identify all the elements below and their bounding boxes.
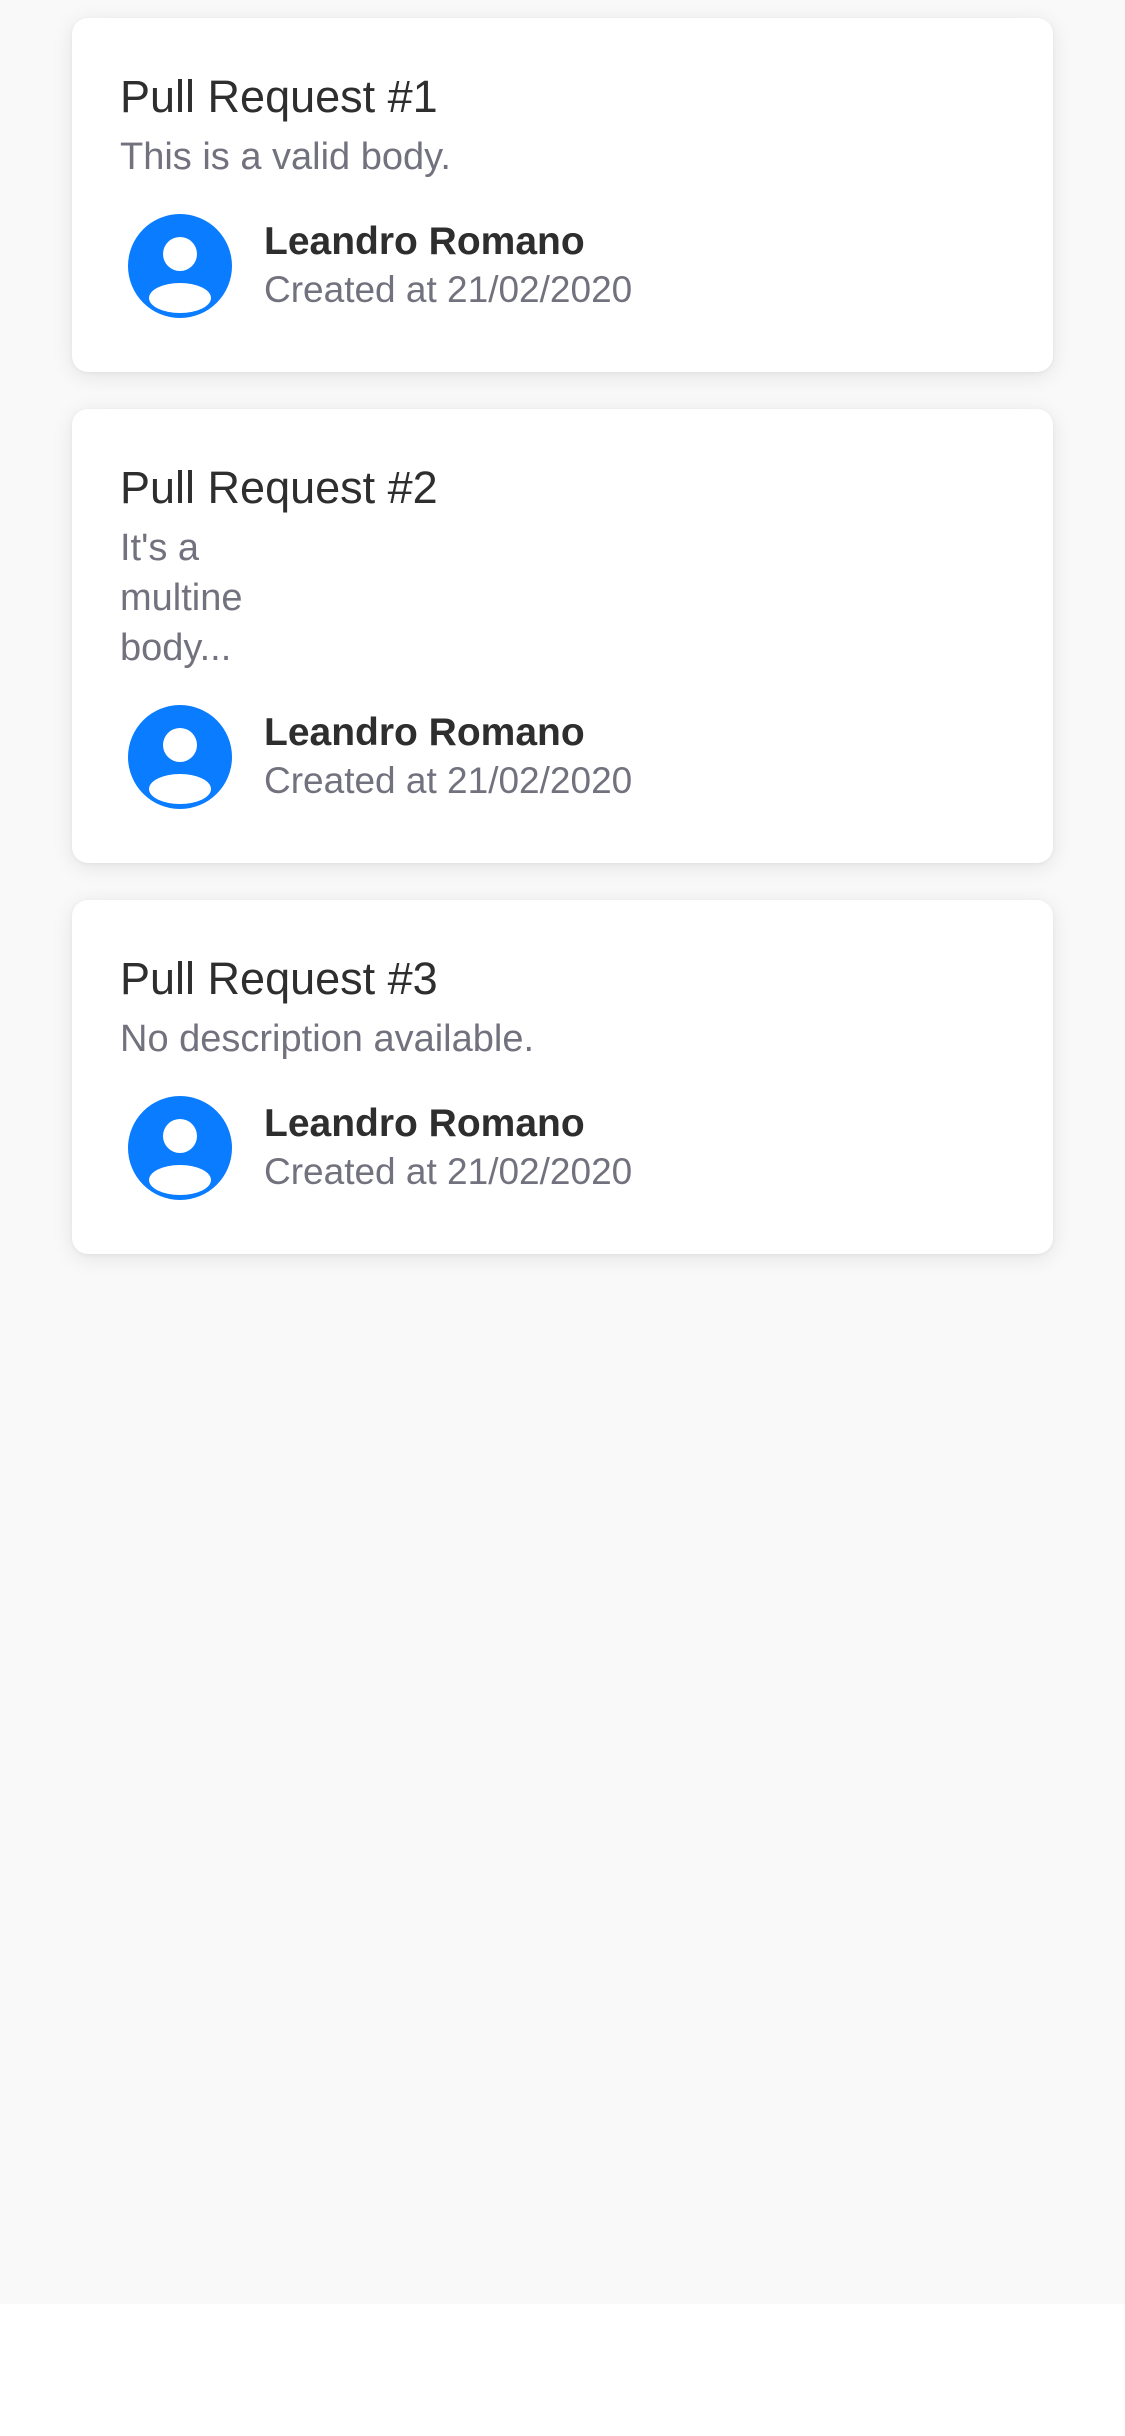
pull-request-title: Pull Request #2 xyxy=(120,462,438,513)
pull-request-card[interactable]: Pull Request #3 No description available… xyxy=(72,900,1053,1254)
author-name: Leandro Romano xyxy=(264,220,585,263)
pull-request-card[interactable]: Pull Request #1 This is a valid body. Le… xyxy=(72,18,1053,372)
pull-request-card[interactable]: Pull Request #2 It's a multine body... L… xyxy=(72,409,1053,863)
created-date: Created at 21/02/2020 xyxy=(264,760,633,801)
author-name: Leandro Romano xyxy=(264,1102,585,1145)
pull-request-list: Pull Request #1 This is a valid body. Le… xyxy=(72,18,1053,1291)
created-date: Created at 21/02/2020 xyxy=(264,1151,633,1192)
pull-request-body: It's a multine body... xyxy=(120,527,243,669)
user-avatar-icon xyxy=(128,705,232,809)
pull-request-body: This is a valid body. xyxy=(120,136,451,178)
author-info: Leandro Romano Created at 21/02/2020 xyxy=(264,1100,632,1196)
pull-request-title: Pull Request #3 xyxy=(120,953,438,1004)
user-avatar-icon xyxy=(128,1096,232,1200)
author-row: Leandro Romano Created at 21/02/2020 xyxy=(120,214,1005,318)
created-date: Created at 21/02/2020 xyxy=(264,269,633,310)
author-row: Leandro Romano Created at 21/02/2020 xyxy=(120,1096,1005,1200)
screen-background: Pull Request #1 This is a valid body. Le… xyxy=(0,0,1125,2304)
pull-request-body: No description available. xyxy=(120,1018,535,1060)
author-info: Leandro Romano Created at 21/02/2020 xyxy=(264,218,632,314)
user-avatar-icon xyxy=(128,214,232,318)
pull-request-title: Pull Request #1 xyxy=(120,71,438,122)
author-row: Leandro Romano Created at 21/02/2020 xyxy=(120,705,1005,809)
author-info: Leandro Romano Created at 21/02/2020 xyxy=(264,709,632,805)
author-name: Leandro Romano xyxy=(264,711,585,754)
